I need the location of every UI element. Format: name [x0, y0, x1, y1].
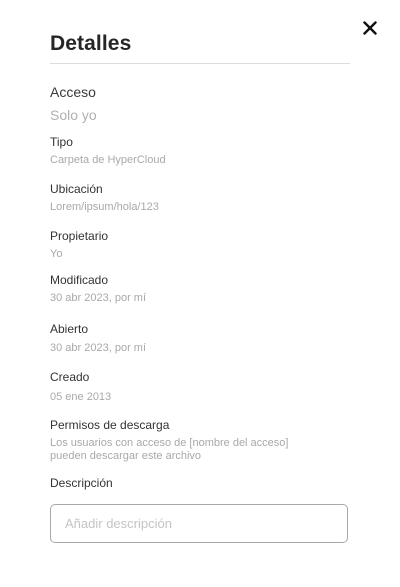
download-permissions-label: Permisos de descarga: [50, 418, 170, 432]
location-label: Ubicación: [50, 182, 103, 196]
opened-value: 30 abr 2023, por mí: [50, 342, 147, 354]
access-value: Solo yo: [50, 107, 97, 123]
created-label: Creado: [50, 370, 90, 384]
created-value: 05 ene 2013: [50, 391, 112, 403]
description-input[interactable]: [50, 504, 348, 543]
download-permissions-value-line2: pueden descargar este archivo: [50, 450, 202, 462]
title-divider: [50, 63, 350, 64]
owner-value: Yo: [50, 248, 63, 260]
type-value: Carpeta de HyperCloud: [50, 154, 166, 166]
opened-label: Abierto: [50, 322, 89, 336]
access-label: Acceso: [50, 84, 96, 100]
modified-label: Modificado: [50, 273, 109, 287]
close-icon: [363, 21, 377, 35]
type-label: Tipo: [50, 135, 73, 149]
owner-label: Propietario: [50, 229, 109, 243]
page-title: Detalles: [50, 32, 132, 55]
close-button[interactable]: [358, 16, 382, 40]
details-panel: Detalles Acceso Solo yo Tipo Carpeta de …: [0, 0, 400, 587]
location-value: Lorem/ipsum/hola/123: [50, 201, 159, 213]
description-label: Descripción: [50, 476, 113, 490]
modified-value: 30 abr 2023, por mí: [50, 292, 147, 304]
download-permissions-value-line1: Los usuarios con acceso de [nombre del a…: [50, 437, 289, 449]
